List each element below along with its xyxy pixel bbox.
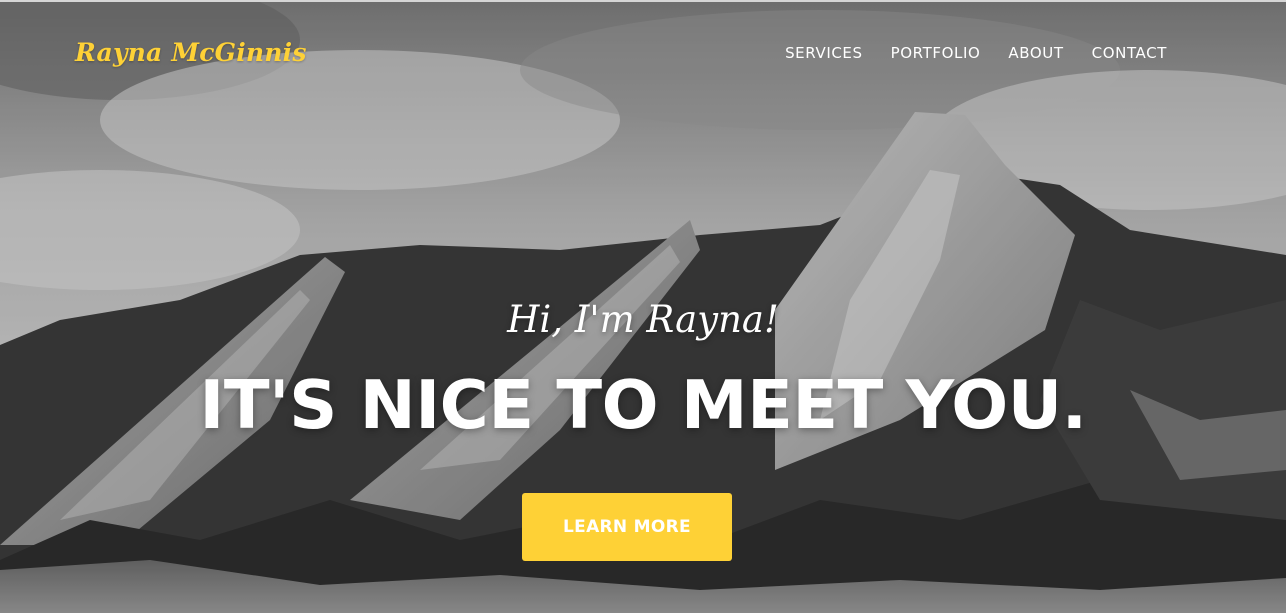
hero-section: Rayna McGinnis SERVICES PORTFOLIO ABOUT … (0, 0, 1286, 613)
hero-subheading: Hi, I'm Rayna! (507, 298, 779, 341)
hero-heading: IT'S NICE TO MEET YOU. (199, 366, 1087, 444)
learn-more-button[interactable]: LEARN MORE (522, 493, 732, 561)
top-border (0, 0, 1286, 2)
nav-item-services[interactable]: SERVICES (785, 44, 863, 62)
nav-item-about[interactable]: ABOUT (1008, 44, 1063, 62)
nav-item-portfolio[interactable]: PORTFOLIO (891, 44, 981, 62)
brand-logo[interactable]: Rayna McGinnis (75, 38, 307, 67)
main-navigation: SERVICES PORTFOLIO ABOUT CONTACT (785, 44, 1167, 62)
nav-item-contact[interactable]: CONTACT (1092, 44, 1167, 62)
